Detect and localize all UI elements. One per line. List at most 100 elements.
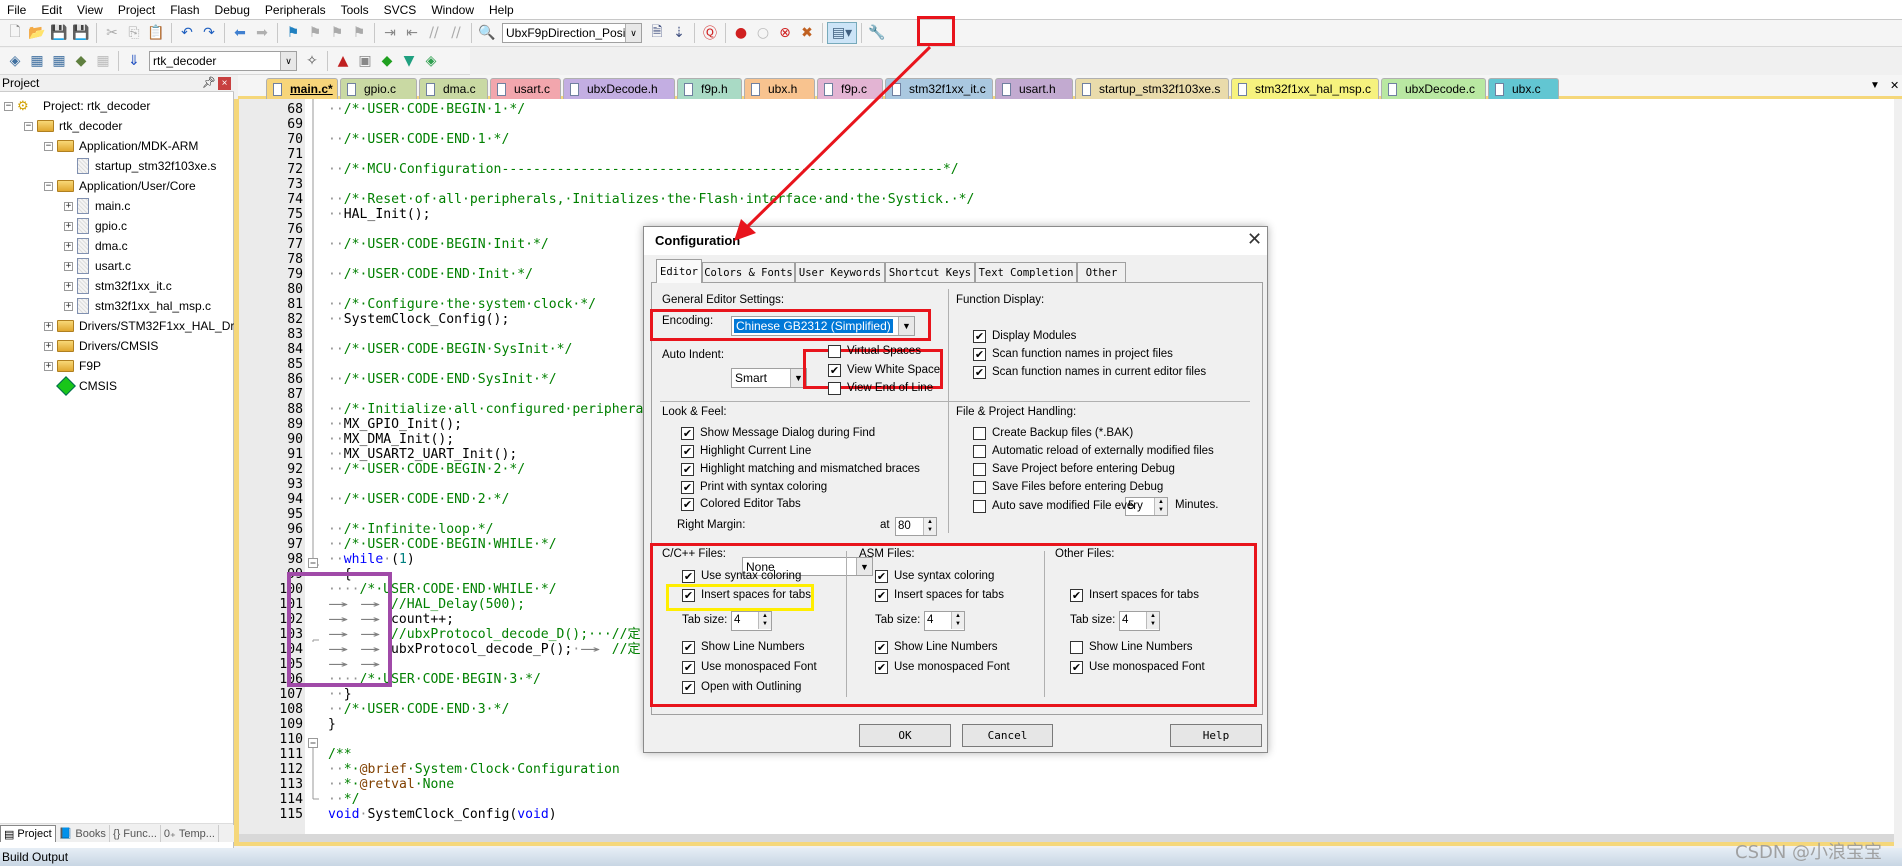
undo-icon[interactable]: ↶ [176, 22, 198, 44]
cancel-button[interactable]: Cancel [962, 724, 1053, 747]
code-line[interactable]: ··/*·USER·CODE·END·SysInit·*/ [328, 372, 557, 387]
dialog-tab-text-completion[interactable]: Text Completion [975, 262, 1077, 282]
tree-item[interactable]: − ⚙ Project: rtk_decoder [4, 96, 150, 116]
editor-vertical-scrollbar[interactable] [1894, 99, 1902, 846]
editor-tab[interactable]: ubxDecode.h [563, 78, 675, 99]
checkmark-icon[interactable]: ✔ [973, 347, 986, 361]
copy-icon[interactable]: ⎘ [123, 22, 145, 44]
checkbox-use-syntax-coloring[interactable]: ✔ Use syntax coloring [875, 569, 994, 583]
checkmark-icon[interactable]: ✔ [875, 640, 888, 654]
editor-tab[interactable]: f9p.h [677, 78, 742, 99]
redo-icon[interactable]: ↷ [198, 22, 220, 44]
tab-list-dropdown-icon[interactable]: ▼ [1870, 80, 1880, 91]
tree-item[interactable]: + F9P [44, 356, 101, 376]
build-icon[interactable]: ▦ [26, 50, 48, 72]
checkbox-use-monospaced-font[interactable]: ✔ Use monospaced Font [682, 660, 817, 674]
tree-item[interactable]: startup_stm32f103xe.s [64, 156, 216, 176]
checkbox-print-with-syntax-coloring[interactable]: ✔ Print with syntax coloring [681, 480, 827, 494]
checkbox-show-message-dialog-during-find[interactable]: ✔ Show Message Dialog during Find [681, 426, 875, 440]
options-magic-icon[interactable]: ✧ [301, 50, 323, 72]
checkbox-insert-spaces-for-tabs[interactable]: ✔ Insert spaces for tabs [875, 588, 1004, 602]
right-margin-spinner[interactable]: 80 ▲ ▼ [895, 517, 937, 536]
save-all-icon[interactable]: 💾 [70, 22, 92, 44]
help-button[interactable]: Help [1170, 724, 1262, 747]
panel-tab-temp[interactable]: 0₊ Temp... [161, 825, 219, 842]
expand-icon[interactable]: + [64, 301, 73, 311]
uncomment-icon[interactable]: // [445, 22, 467, 44]
code-line[interactable]: ··MX_GPIO_Init(); [328, 417, 462, 432]
checkmark-icon[interactable]: ✔ [682, 569, 695, 583]
tree-item[interactable]: − Application/User/Core [44, 176, 196, 196]
ok-button[interactable]: OK [859, 724, 951, 747]
panel-tab-project[interactable]: ▤ Project [0, 825, 56, 842]
checkmark-icon[interactable]: ✔ [973, 329, 986, 343]
checkmark-icon[interactable]: ✔ [875, 660, 888, 674]
dialog-tab-other[interactable]: Other [1077, 262, 1126, 282]
checkbox-show-line-numbers[interactable]: Show Line Numbers [1070, 640, 1193, 654]
tree-item[interactable]: + stm32f1xx_it.c [64, 276, 172, 296]
stop-build-icon[interactable]: ▦ [92, 50, 114, 72]
expand-icon[interactable]: + [64, 261, 73, 271]
prev-bookmark-icon[interactable]: ⚑ [304, 22, 326, 44]
panel-tab-books[interactable]: 📘 Books [56, 825, 110, 842]
checkbox-virtual-spaces[interactable]: Virtual Spaces [828, 344, 921, 358]
checkbox-save-files-before-entering-debug[interactable]: Save Files before entering Debug [973, 480, 1163, 494]
checkmark-icon[interactable]: ✔ [681, 444, 694, 458]
close-icon[interactable]: × [218, 77, 231, 90]
editor-tab[interactable]: gpio.c [340, 78, 417, 99]
checkbox-create-backup-files-bak[interactable]: Create Backup files (*.BAK) [973, 426, 1133, 440]
editor-tab[interactable]: ubxDecode.c [1381, 78, 1486, 99]
menu-edit[interactable]: Edit [34, 3, 70, 17]
rebuild-icon[interactable]: ▦ [48, 50, 70, 72]
checkmark-icon[interactable]: ✔ [682, 660, 695, 674]
editor-tab[interactable]: usart.h [995, 78, 1073, 99]
checkbox-save-project-before-entering-debug[interactable]: Save Project before entering Debug [973, 462, 1175, 476]
disable-all-breakpoints-icon[interactable]: ⊗ [774, 22, 796, 44]
checkmark-icon[interactable]: ✔ [682, 680, 695, 694]
dialog-tab-editor[interactable]: Editor [656, 259, 702, 283]
editor-tab[interactable]: stm32f1xx_hal_msp.c [1231, 78, 1379, 99]
download-icon[interactable]: ⇓ [123, 50, 145, 72]
checkbox-empty[interactable] [1070, 640, 1083, 654]
kill-breakpoints-icon[interactable]: ✖ [796, 22, 818, 44]
file-extensions-icon[interactable]: ▲ [332, 50, 354, 72]
checkmark-icon[interactable]: ✔ [682, 640, 695, 654]
menu-peripherals[interactable]: Peripherals [258, 3, 334, 17]
tree-item[interactable]: + Drivers/CMSIS [44, 336, 158, 356]
expand-icon[interactable]: + [44, 361, 53, 371]
select-packs-icon[interactable]: ◆ [376, 50, 398, 72]
menu-tools[interactable]: Tools [334, 3, 377, 17]
code-line[interactable]: ··/*·USER·CODE·END·2·*/ [328, 492, 509, 507]
checkbox-empty[interactable] [828, 344, 841, 358]
code-line[interactable]: /** [328, 747, 352, 762]
build-output-bar[interactable]: Build Output [0, 848, 1902, 866]
checkmark-icon[interactable]: ✔ [1070, 588, 1083, 602]
expand-icon[interactable]: + [44, 321, 53, 331]
pack-installer-icon[interactable]: ▼ [398, 50, 420, 72]
collapse-icon[interactable]: − [4, 101, 13, 111]
menu-debug[interactable]: Debug [208, 3, 258, 17]
checkmark-icon[interactable]: ✔ [1070, 660, 1083, 674]
checkbox-empty[interactable] [828, 381, 841, 395]
expand-icon[interactable]: + [64, 221, 73, 231]
code-line[interactable]: ··/*·Reset·of·all·peripherals,·Initializ… [328, 192, 974, 207]
code-line[interactable]: ··/*·USER·CODE·BEGIN·SysInit·*/ [328, 342, 572, 357]
close-tab-icon[interactable]: ✕ [1890, 79, 1899, 92]
save-icon[interactable]: 💾 [48, 22, 70, 44]
editor-tab[interactable]: ubx.h [744, 78, 815, 99]
code-line[interactable]: ··/*·USER·CODE·END·3·*/ [328, 702, 509, 717]
back-icon[interactable]: ⬅ [229, 22, 251, 44]
checkbox-scan-function-names-in-current-editor-files[interactable]: ✔ Scan function names in current editor f… [973, 365, 1206, 379]
code-line[interactable]: ··*·@brief·System·Clock·Configuration [328, 762, 620, 777]
dialog-tab-shortcut-keys[interactable]: Shortcut Keys [885, 262, 975, 282]
expand-icon[interactable]: + [64, 241, 73, 251]
translate-icon[interactable]: ◈ [4, 50, 26, 72]
code-line[interactable]: } [328, 717, 336, 732]
code-line[interactable]: ··/*·USER·CODE·BEGIN·Init·*/ [328, 237, 549, 252]
checkbox-use-syntax-coloring[interactable]: ✔ Use syntax coloring [682, 569, 801, 583]
auto-indent-select[interactable]: Smart ▼ [731, 368, 807, 388]
code-line[interactable]: ··HAL_Init(); [328, 207, 431, 222]
code-line[interactable]: ··/*·USER·CODE·END·1·*/ [328, 132, 509, 147]
editor-tab[interactable]: stm32f1xx_it.c [885, 78, 993, 99]
menu-help[interactable]: Help [482, 3, 522, 17]
